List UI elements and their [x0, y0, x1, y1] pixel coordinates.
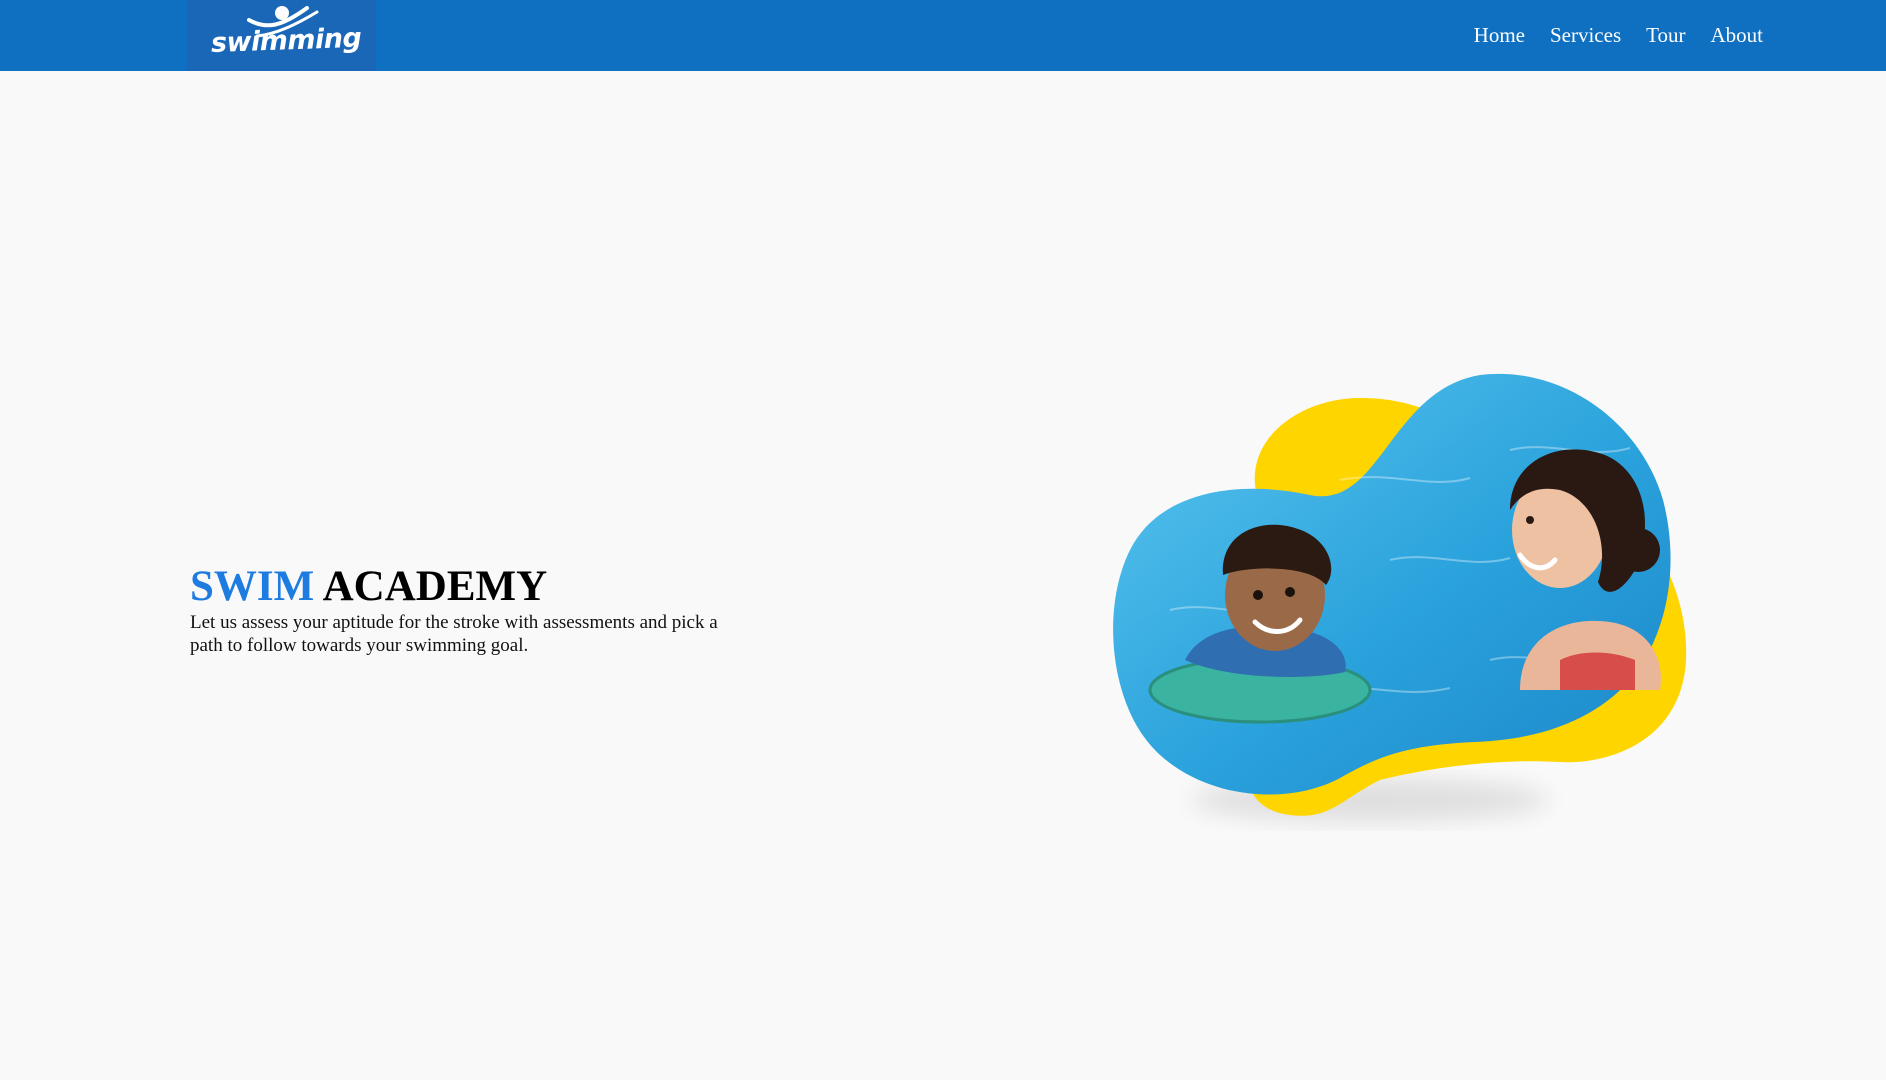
hero-description: Let us assess your aptitude for the stro…	[190, 612, 718, 656]
hero-title: SWIM ACADEMY	[190, 561, 547, 613]
hero-pool-image	[1113, 373, 1687, 822]
nav-tour[interactable]: Tour	[1646, 20, 1685, 50]
site-logo[interactable]: swimming	[187, 0, 376, 71]
hero-title-accent: SWIM	[190, 563, 315, 610]
nav-about[interactable]: About	[1711, 20, 1764, 50]
nav-home[interactable]: Home	[1474, 20, 1525, 50]
main-nav: Home Services Tour About	[1474, 20, 1763, 50]
hero-title-rest: ACADEMY	[322, 563, 548, 610]
logo-wordmark: swimming	[210, 22, 362, 59]
top-navigation-bar: swimming Home Services Tour About	[0, 0, 1886, 71]
nav-services[interactable]: Services	[1550, 20, 1621, 50]
